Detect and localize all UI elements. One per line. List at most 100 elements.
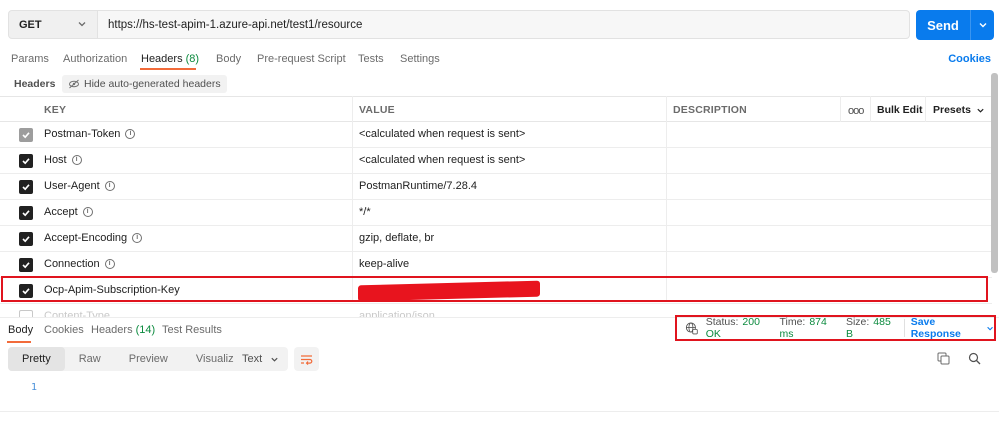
- view-preview-button[interactable]: Preview: [115, 347, 182, 371]
- tab-label: Settings: [400, 53, 440, 65]
- tab-label: Body: [216, 53, 242, 65]
- table-row: Host i <calculated when request is sent>: [0, 148, 992, 174]
- row-checkbox[interactable]: [19, 232, 33, 246]
- tab-response-cookies[interactable]: Cookies: [44, 324, 84, 336]
- time-readout[interactable]: Time: 874 ms: [779, 316, 837, 340]
- tab-authorization[interactable]: Authorization: [63, 53, 127, 65]
- format-select[interactable]: Text: [234, 347, 288, 371]
- line-number: 1: [31, 382, 38, 393]
- tab-count: (14): [135, 324, 156, 336]
- presets-dropdown[interactable]: Presets: [933, 104, 985, 116]
- info-icon[interactable]: i: [125, 129, 136, 139]
- header-value[interactable]: <calculated when request is sent>: [359, 154, 525, 166]
- row-checkbox[interactable]: [19, 154, 33, 168]
- view-pretty-button[interactable]: Pretty: [8, 347, 65, 371]
- tab-tests[interactable]: Tests: [358, 53, 384, 65]
- table-row: Accept i */*: [0, 200, 992, 226]
- tab-count: (8): [185, 53, 200, 65]
- info-icon[interactable]: i: [71, 155, 82, 165]
- status-label: Status:: [705, 316, 739, 328]
- chevron-down-icon: [987, 326, 993, 331]
- header-value[interactable]: keep-alive: [359, 258, 409, 270]
- hide-auto-headers-button[interactable]: Hide auto-generated headers: [62, 75, 227, 93]
- header-key-text: Accept-Encoding: [44, 232, 128, 244]
- send-options-button[interactable]: [971, 20, 994, 30]
- more-options-button[interactable]: ooo: [848, 105, 864, 117]
- tab-pre-request-script[interactable]: Pre-request Script: [257, 53, 346, 65]
- tab-response-body[interactable]: Body: [8, 324, 33, 336]
- time-label: Time:: [779, 316, 806, 328]
- row-checkbox[interactable]: [19, 206, 33, 220]
- info-icon[interactable]: i: [82, 207, 93, 217]
- header-value[interactable]: PostmanRuntime/7.28.4: [359, 180, 477, 192]
- url-text: https://hs-test-apim-1.azure-api.net/tes…: [108, 18, 363, 31]
- header-key[interactable]: Accept-Encoding i: [44, 232, 143, 244]
- tab-response-headers[interactable]: Headers (14): [91, 324, 155, 336]
- column-divider: [925, 96, 926, 122]
- scrollbar[interactable]: [991, 73, 998, 273]
- row-checkbox[interactable]: [19, 258, 33, 272]
- column-divider: [666, 96, 667, 301]
- highlight-box: [1, 276, 988, 302]
- method-select[interactable]: GET: [8, 10, 98, 39]
- chevron-down-icon: [979, 23, 986, 28]
- format-label: Text: [242, 353, 263, 365]
- search-icon[interactable]: [968, 352, 981, 365]
- check-icon: [22, 158, 30, 165]
- save-response-button[interactable]: Save Response: [911, 316, 994, 340]
- header-value[interactable]: */*: [359, 206, 371, 218]
- table-row: Connection i keep-alive: [0, 252, 992, 278]
- header-value[interactable]: <calculated when request is sent>: [359, 128, 525, 140]
- column-divider: [870, 96, 871, 122]
- wrap-icon: [301, 354, 313, 365]
- wrap-lines-button[interactable]: [294, 347, 319, 371]
- header-key-text: Connection: [44, 258, 100, 270]
- tab-label: Pre-request Script: [257, 53, 346, 65]
- check-icon: [22, 184, 30, 191]
- copy-icon[interactable]: [937, 352, 950, 365]
- active-tab-indicator: [140, 68, 196, 70]
- header-value[interactable]: gzip, deflate, br: [359, 232, 434, 244]
- response-editor[interactable]: 1: [0, 376, 999, 412]
- column-key: KEY: [44, 104, 67, 116]
- view-raw-button[interactable]: Raw: [65, 347, 115, 371]
- tab-label: Tests: [358, 53, 384, 65]
- check-icon: [22, 236, 30, 243]
- info-icon[interactable]: i: [104, 181, 115, 191]
- tab-headers[interactable]: Headers (8): [141, 53, 199, 65]
- tab-settings[interactable]: Settings: [400, 53, 440, 65]
- info-icon[interactable]: i: [104, 259, 115, 269]
- eye-off-icon: [69, 79, 79, 89]
- info-icon[interactable]: i: [132, 233, 143, 243]
- tab-body[interactable]: Body: [216, 53, 241, 65]
- tab-label: Authorization: [63, 53, 128, 65]
- header-key[interactable]: Accept i: [44, 206, 93, 218]
- globe-icon[interactable]: [685, 321, 698, 335]
- bulk-edit-button[interactable]: Bulk Edit: [877, 104, 923, 116]
- url-input[interactable]: https://hs-test-apim-1.azure-api.net/tes…: [98, 10, 910, 39]
- presets-label: Presets: [933, 104, 971, 116]
- save-response-label: Save Response: [910, 316, 961, 340]
- tab-label: Headers: [91, 324, 133, 336]
- check-icon: [22, 210, 30, 217]
- row-checkbox[interactable]: [19, 180, 33, 194]
- cookies-link[interactable]: Cookies: [948, 53, 991, 65]
- header-key[interactable]: Connection i: [44, 258, 115, 270]
- header-key[interactable]: Postman-Token i: [44, 128, 136, 140]
- status-readout[interactable]: Status: 200 OK: [706, 316, 772, 340]
- check-icon: [22, 262, 30, 269]
- header-key[interactable]: User-Agent i: [44, 180, 115, 192]
- header-key-text: Host: [44, 154, 67, 166]
- column-divider: [352, 96, 353, 301]
- chevron-down-icon: [78, 22, 86, 27]
- table-row: Postman-Token i <calculated when request …: [0, 122, 992, 148]
- tab-params[interactable]: Params: [11, 53, 49, 65]
- header-key[interactable]: Host i: [44, 154, 82, 166]
- tab-test-results[interactable]: Test Results: [162, 324, 222, 336]
- row-checkbox[interactable]: [19, 128, 33, 142]
- size-readout[interactable]: Size: 485 B: [846, 316, 896, 340]
- header-key-text: Accept: [44, 206, 78, 218]
- response-status-bar: Status: 200 OK Time: 874 ms Size: 485 B Sav…: [675, 315, 996, 341]
- send-button[interactable]: Send: [916, 10, 994, 40]
- method-label: GET: [19, 18, 42, 31]
